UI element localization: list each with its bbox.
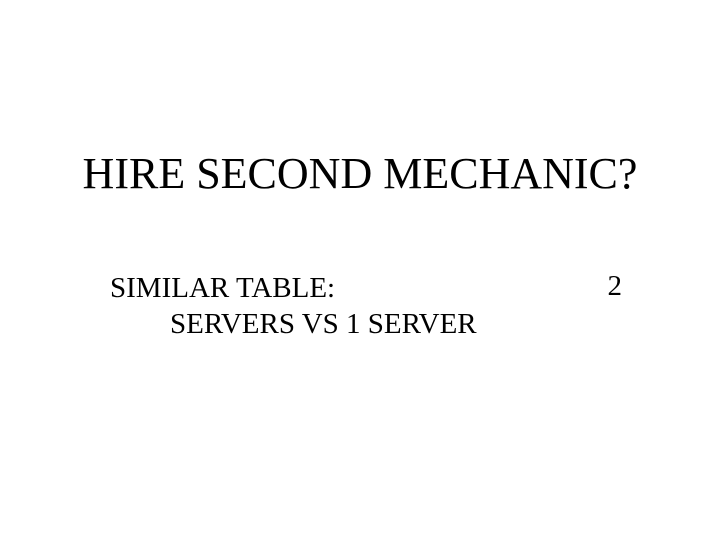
body-line-2: SERVERS VS 1 SERVER xyxy=(110,306,610,342)
body-line-1: SIMILAR TABLE: xyxy=(110,270,610,306)
slide: HIRE SECOND MECHANIC? SIMILAR TABLE: SER… xyxy=(0,0,720,540)
slide-title: HIRE SECOND MECHANIC? xyxy=(0,148,720,199)
slide-body: SIMILAR TABLE: SERVERS VS 1 SERVER xyxy=(110,270,610,343)
page-number: 2 xyxy=(608,270,623,303)
